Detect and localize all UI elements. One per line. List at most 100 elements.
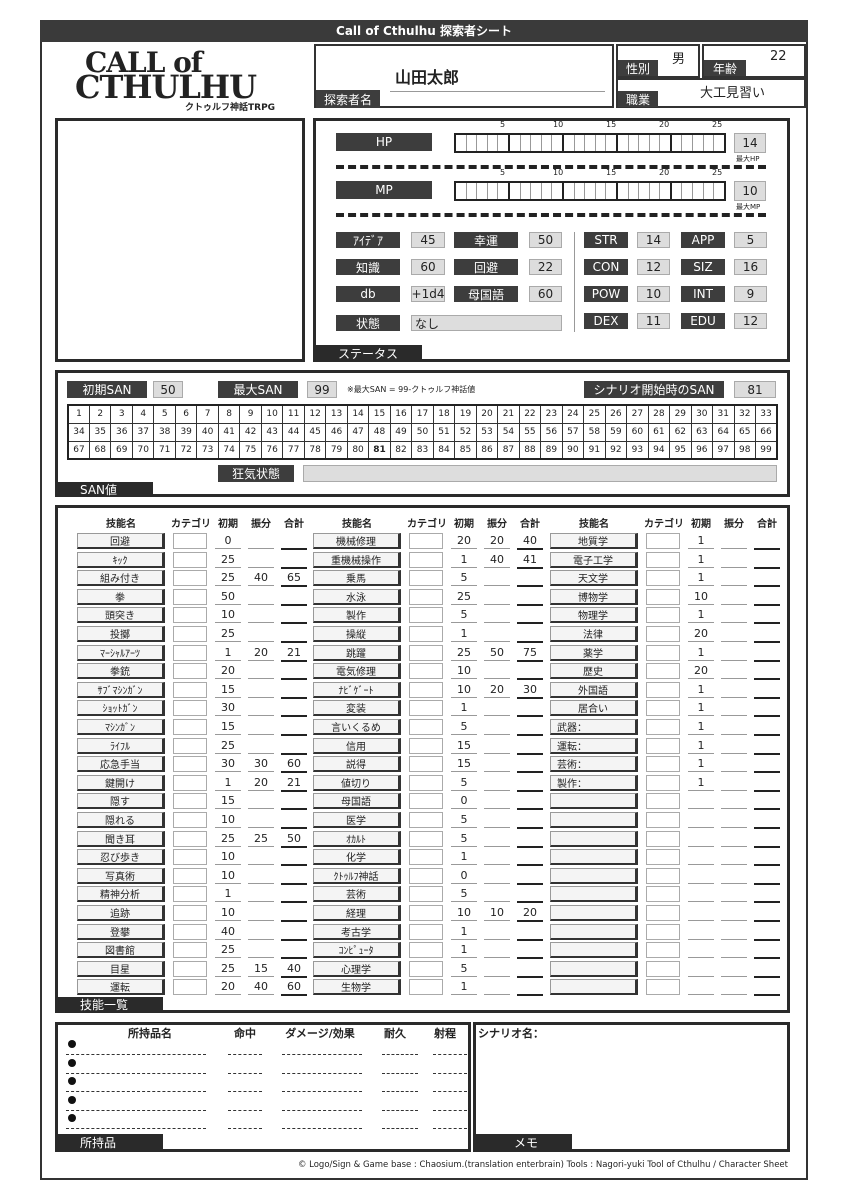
skill-allocated[interactable]: 40 bbox=[248, 570, 274, 587]
san-cell[interactable]: 25 bbox=[583, 404, 606, 424]
skill-initial[interactable]: 15 bbox=[215, 793, 241, 810]
hp-cell[interactable] bbox=[510, 135, 521, 151]
san-cell[interactable]: 81 bbox=[368, 440, 391, 460]
skill-category[interactable] bbox=[173, 663, 207, 680]
skill-name[interactable] bbox=[550, 905, 638, 921]
skill-initial[interactable]: 15 bbox=[215, 719, 241, 735]
skill-initial[interactable]: 30 bbox=[215, 700, 241, 717]
skill-category[interactable] bbox=[173, 588, 207, 605]
item-field[interactable] bbox=[282, 1091, 362, 1092]
skill-name[interactable]: 水泳 bbox=[313, 588, 401, 605]
san-cell[interactable]: 94 bbox=[647, 440, 671, 460]
skill-name[interactable]: ｸﾄｩﾙﾌ神話 bbox=[313, 867, 401, 884]
skill-allocated[interactable] bbox=[248, 589, 274, 605]
skill-initial[interactable]: 5 bbox=[451, 775, 477, 791]
skill-allocated[interactable] bbox=[721, 607, 747, 624]
skill-allocated[interactable] bbox=[721, 793, 747, 810]
skill-allocated[interactable]: 40 bbox=[248, 979, 274, 996]
skill-allocated[interactable] bbox=[484, 775, 510, 791]
skill-category[interactable] bbox=[409, 551, 443, 568]
skill-category[interactable] bbox=[646, 644, 680, 661]
skill-allocated[interactable]: 20 bbox=[484, 682, 510, 698]
item-field[interactable] bbox=[382, 1109, 418, 1111]
skill-category[interactable] bbox=[173, 886, 207, 903]
skill-allocated[interactable] bbox=[721, 738, 747, 754]
san-cell[interactable]: 26 bbox=[604, 404, 628, 424]
item-field[interactable] bbox=[382, 1054, 418, 1055]
hp-cell[interactable] bbox=[682, 135, 694, 151]
skill-name[interactable] bbox=[550, 793, 638, 810]
san-cell[interactable]: 86 bbox=[475, 440, 499, 460]
skill-allocated[interactable]: 25 bbox=[248, 831, 274, 847]
skill-allocated[interactable] bbox=[721, 682, 747, 698]
skill-initial[interactable] bbox=[688, 886, 714, 903]
skill-name[interactable] bbox=[550, 979, 638, 996]
skill-category[interactable] bbox=[173, 700, 207, 717]
skill-allocated[interactable] bbox=[248, 868, 274, 884]
skill-category[interactable] bbox=[646, 719, 680, 735]
skill-initial[interactable]: 25 bbox=[215, 626, 241, 642]
san-cell[interactable]: 2 bbox=[88, 404, 112, 424]
skill-initial[interactable]: 5 bbox=[451, 831, 477, 847]
san-cell[interactable]: 51 bbox=[432, 422, 456, 442]
skill-allocated[interactable] bbox=[484, 663, 510, 680]
mp-cell[interactable] bbox=[682, 183, 694, 199]
skill-allocated[interactable]: 15 bbox=[248, 961, 274, 977]
skill-category[interactable] bbox=[173, 737, 207, 754]
skill-allocated[interactable] bbox=[484, 979, 510, 996]
skill-name[interactable]: 忍び歩き bbox=[77, 849, 165, 866]
skill-initial[interactable]: 1 bbox=[451, 552, 477, 568]
hp-cell[interactable] bbox=[714, 135, 724, 151]
item-field[interactable] bbox=[228, 1128, 262, 1129]
san-cell[interactable]: 76 bbox=[260, 440, 284, 460]
mp-tracker[interactable] bbox=[454, 181, 726, 201]
skill-allocated[interactable] bbox=[484, 756, 510, 773]
item-field[interactable] bbox=[433, 1128, 467, 1129]
san-cell[interactable]: 62 bbox=[669, 422, 692, 442]
skill-allocated[interactable] bbox=[484, 719, 510, 735]
skill-name[interactable]: 登攀 bbox=[77, 923, 165, 940]
skill-category[interactable] bbox=[173, 830, 207, 847]
skill-name[interactable]: 操縦 bbox=[313, 626, 401, 642]
start-san-value[interactable]: 81 bbox=[734, 381, 776, 398]
skill-name[interactable]: 経理 bbox=[313, 905, 401, 921]
san-cell[interactable]: 96 bbox=[690, 440, 714, 460]
skill-allocated[interactable] bbox=[248, 607, 274, 624]
skill-allocated[interactable] bbox=[721, 719, 747, 735]
san-cell[interactable]: 40 bbox=[196, 422, 219, 442]
skill-initial[interactable]: 40 bbox=[215, 924, 241, 940]
san-cell[interactable]: 8 bbox=[217, 404, 241, 424]
skill-name[interactable]: 投擲 bbox=[77, 626, 165, 642]
skill-name[interactable] bbox=[550, 942, 638, 959]
mp-cell[interactable] bbox=[672, 183, 683, 199]
skill-allocated[interactable] bbox=[484, 868, 510, 884]
skill-name[interactable]: 薬学 bbox=[550, 644, 638, 661]
skill-allocated[interactable] bbox=[484, 831, 510, 847]
skill-initial[interactable]: 1 bbox=[451, 924, 477, 940]
skill-allocated[interactable] bbox=[721, 831, 747, 847]
skill-category[interactable] bbox=[646, 570, 680, 587]
skill-allocated[interactable] bbox=[484, 793, 510, 810]
san-cell[interactable]: 14 bbox=[346, 404, 370, 424]
skill-name[interactable]: 応急手当 bbox=[77, 756, 165, 773]
skill-initial[interactable]: 5 bbox=[451, 719, 477, 735]
item-field[interactable] bbox=[382, 1128, 418, 1129]
mp-cell[interactable] bbox=[639, 183, 650, 199]
san-cell[interactable]: 35 bbox=[88, 422, 112, 442]
skill-allocated[interactable]: 20 bbox=[248, 645, 274, 661]
mp-cell[interactable] bbox=[596, 183, 607, 199]
skill-category[interactable] bbox=[173, 960, 207, 977]
skill-name[interactable]: 説得 bbox=[313, 756, 401, 773]
skill-allocated[interactable] bbox=[248, 533, 274, 549]
san-cell[interactable]: 95 bbox=[669, 440, 692, 460]
item-field[interactable] bbox=[228, 1054, 262, 1055]
skill-initial[interactable] bbox=[688, 942, 714, 959]
san-cell[interactable]: 12 bbox=[303, 404, 327, 424]
skill-category[interactable] bbox=[409, 607, 443, 624]
item-field[interactable] bbox=[66, 1072, 206, 1074]
skill-name[interactable]: 目星 bbox=[77, 960, 165, 977]
skill-category[interactable] bbox=[173, 626, 207, 642]
san-cell[interactable]: 28 bbox=[647, 404, 671, 424]
hp-cell[interactable] bbox=[488, 135, 499, 151]
madness-value[interactable] bbox=[303, 465, 777, 482]
